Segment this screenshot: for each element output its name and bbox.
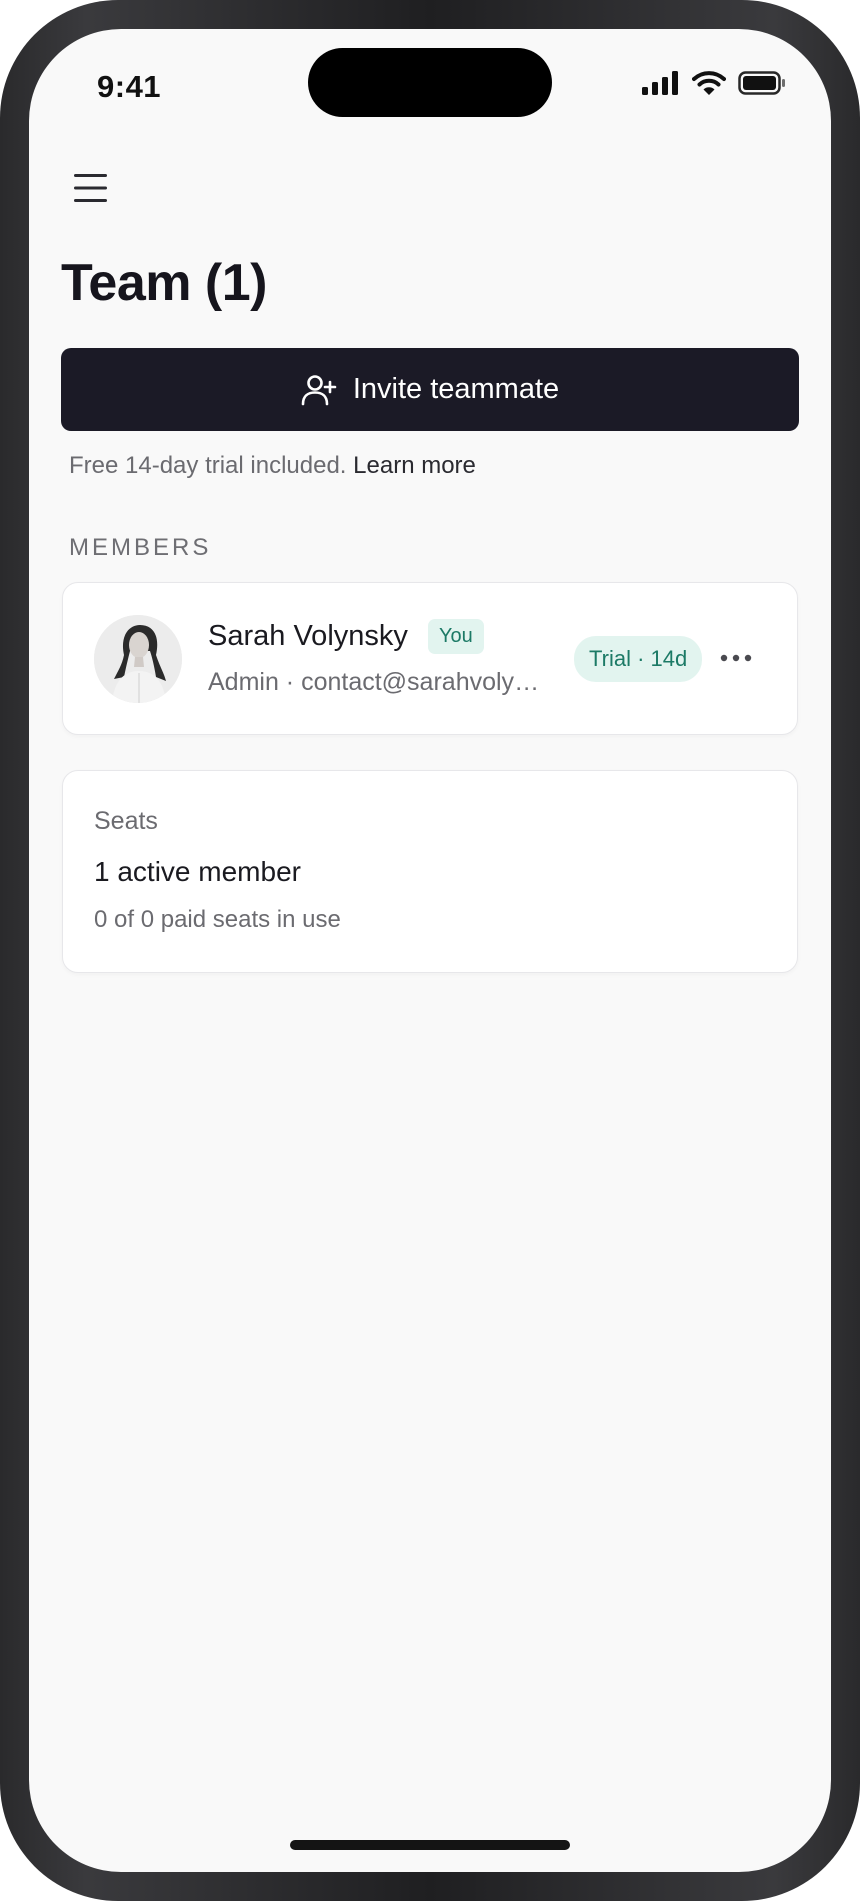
user-plus-icon: [301, 374, 337, 405]
phone-frame: 9:41 Team (1) Invite teammate Free 14-da…: [0, 0, 860, 1901]
trial-note: Free 14-day trial included. Learn more: [69, 452, 476, 480]
signal-icon: [642, 71, 678, 95]
status-bar: 9:41: [29, 29, 831, 149]
member-role-email: Admin · contact@sarahvolynsky.com: [208, 668, 548, 696]
you-badge: You: [428, 619, 484, 654]
invite-teammate-button[interactable]: Invite teammate: [61, 348, 799, 431]
app-screen: 9:41 Team (1) Invite teammate Free 14-da…: [29, 29, 831, 1872]
member-card[interactable]: Sarah Volynsky You Admin · contact@sarah…: [62, 582, 798, 735]
members-section-label: MEMBERS: [69, 534, 212, 561]
seats-card: Seats 1 active member 0 of 0 paid seats …: [62, 770, 798, 973]
status-time: 9:41: [97, 69, 162, 104]
status-icons: [642, 70, 786, 96]
dynamic-island: [308, 48, 552, 117]
page-title: Team (1): [61, 254, 267, 312]
invite-button-label: Invite teammate: [352, 373, 560, 405]
member-more-button[interactable]: [716, 640, 756, 676]
wifi-icon: [692, 71, 726, 95]
trial-note-text: Free 14-day trial included.: [69, 452, 347, 479]
menu-button[interactable]: [66, 163, 116, 213]
member-name: Sarah Volynsky: [208, 620, 408, 652]
home-indicator[interactable]: [290, 1840, 570, 1850]
active-member-count: 1 active member: [94, 856, 301, 887]
hamburger-menu-icon: [74, 174, 107, 202]
avatar: [94, 615, 182, 703]
battery-icon: [738, 71, 785, 95]
seats-label: Seats: [94, 807, 158, 835]
more-horizontal-icon: [720, 654, 752, 662]
trial-status-badge: Trial · 14d: [574, 636, 703, 682]
avatar-portrait: [94, 615, 182, 703]
paid-seats-usage: 0 of 0 paid seats in use: [94, 906, 341, 933]
learn-more-link[interactable]: Learn more: [353, 452, 476, 479]
